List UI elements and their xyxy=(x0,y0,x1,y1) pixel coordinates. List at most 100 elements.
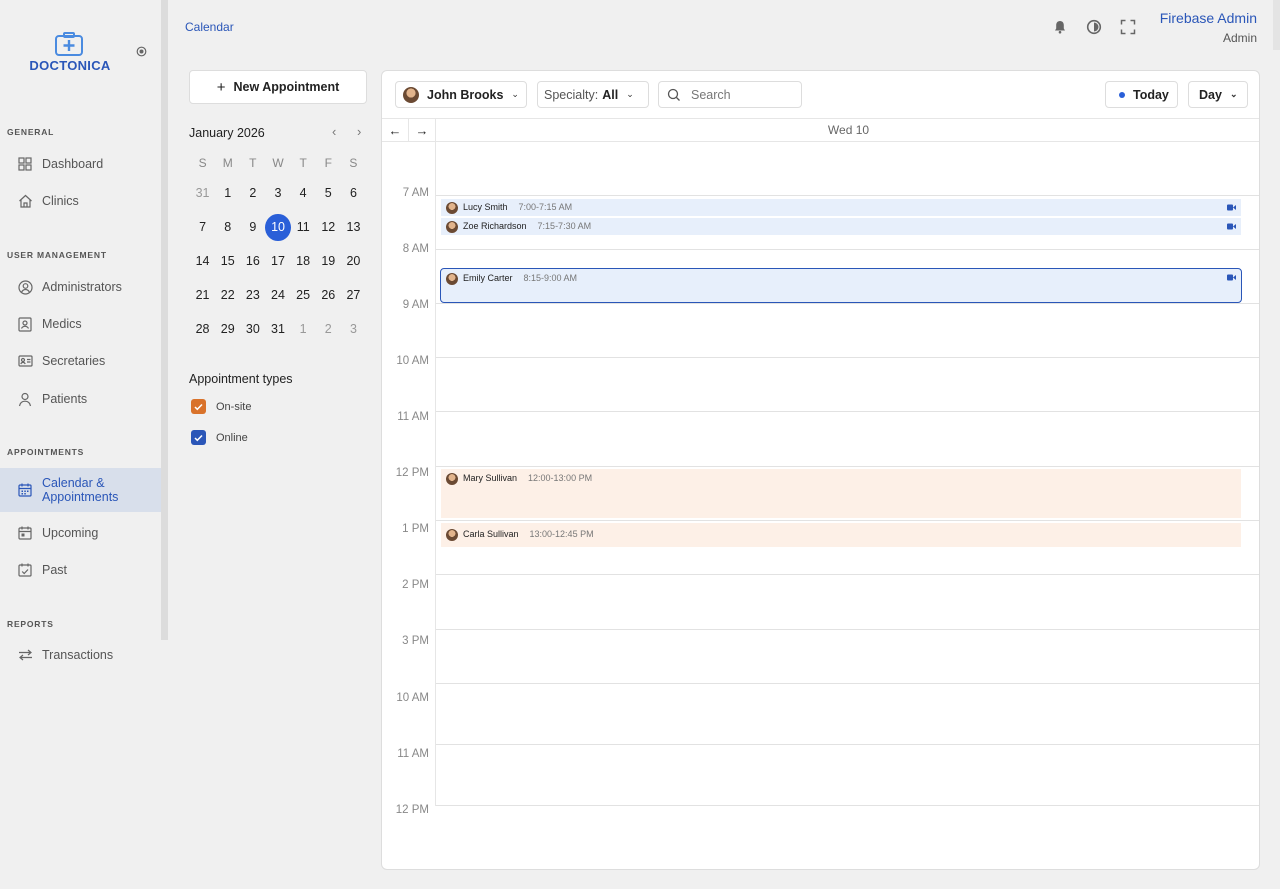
search-input[interactable]: Search xyxy=(658,81,802,108)
breadcrumb[interactable]: Calendar xyxy=(185,20,234,34)
calendar-day[interactable]: 21 xyxy=(190,278,215,312)
calendar-day[interactable]: 27 xyxy=(341,278,366,312)
calendar-check-icon xyxy=(17,562,33,578)
calendar-day[interactable]: 15 xyxy=(215,244,240,278)
calendar-day[interactable]: 1 xyxy=(291,312,316,346)
appointment-event[interactable]: Carla Sullivan 13:00-12:45 PM xyxy=(441,523,1241,547)
calendar-day[interactable]: 31 xyxy=(190,176,215,210)
sidebar-item-administrators[interactable]: Administrators xyxy=(0,268,161,306)
sidebar-item-secretaries[interactable]: Secretaries xyxy=(0,342,161,380)
calendar-day[interactable]: 2 xyxy=(316,312,341,346)
appointment-event[interactable]: Lucy Smith 7:00-7:15 AM xyxy=(441,199,1241,216)
sidebar-item-label: Administrators xyxy=(42,280,122,294)
type-label: Online xyxy=(216,431,248,444)
calendar-day[interactable]: 14 xyxy=(190,244,215,278)
week-row: 21 22 23 24 25 26 27 xyxy=(190,278,366,312)
calendar-day[interactable]: 29 xyxy=(215,312,240,346)
weekday-label: M xyxy=(222,156,233,170)
calendar-day[interactable]: 3 xyxy=(265,176,290,210)
calendar-day[interactable]: 9 xyxy=(240,210,265,244)
user-role: Admin xyxy=(1222,31,1257,45)
patient-avatar xyxy=(446,202,458,214)
calendar-day[interactable]: 8 xyxy=(215,210,240,244)
sidebar-item-label: Secretaries xyxy=(42,354,106,368)
page-scrollbar[interactable] xyxy=(1273,0,1280,50)
calendar-day[interactable]: 4 xyxy=(291,176,316,210)
chevron-right-icon[interactable]: › xyxy=(357,124,361,139)
calendar-day[interactable]: 6 xyxy=(341,176,366,210)
calendar-day[interactable]: 16 xyxy=(240,244,265,278)
arrow-left-icon[interactable]: ← xyxy=(382,119,409,142)
arrow-right-icon[interactable]: → xyxy=(409,119,436,142)
medic-select[interactable]: John Brooks ⌄ xyxy=(395,81,527,108)
calendar-day[interactable]: 22 xyxy=(215,278,240,312)
sidebar-item-clinics[interactable]: Clinics xyxy=(0,182,161,220)
user-name[interactable]: Firebase Admin xyxy=(1160,10,1257,26)
appointment-event[interactable]: Zoe Richardson 7:15-7:30 AM xyxy=(441,218,1241,235)
sidebar-item-transactions[interactable]: Transactions xyxy=(0,636,161,674)
weekday-label: S xyxy=(198,156,207,170)
video-camera-icon xyxy=(1227,223,1236,230)
calendar-day-selected[interactable]: 10 xyxy=(265,210,291,244)
checkbox-checked-icon[interactable] xyxy=(191,430,206,445)
view-select[interactable]: Day ⌄ xyxy=(1188,81,1248,108)
calendar-day[interactable]: 25 xyxy=(291,278,316,312)
sidebar-item-label: Patients xyxy=(42,392,88,406)
theme-toggle-icon[interactable] xyxy=(1086,19,1102,35)
weekday-row: S M T W T F S xyxy=(190,150,366,176)
sidebar-item-past[interactable]: Past xyxy=(0,551,161,589)
hour-line xyxy=(436,249,1259,250)
sidebar-item-upcoming[interactable]: Upcoming xyxy=(0,514,161,552)
calendar-day[interactable]: 17 xyxy=(265,244,290,278)
calendar-day[interactable]: 13 xyxy=(341,210,366,244)
calendar-day[interactable]: 2 xyxy=(240,176,265,210)
calendar-day[interactable]: 1 xyxy=(215,176,240,210)
sidebar-item-label: Upcoming xyxy=(42,526,99,540)
sidebar-scrollbar[interactable] xyxy=(161,0,168,640)
brand-logo[interactable]: DOCTONICA xyxy=(22,32,118,76)
sidebar-item-medics[interactable]: Medics xyxy=(0,305,161,343)
calendar-day[interactable]: 19 xyxy=(316,244,341,278)
bell-icon[interactable] xyxy=(1052,19,1068,35)
section-title-user-management: USER MANAGEMENT xyxy=(7,250,107,260)
hour-label: 9 AM xyxy=(402,299,429,311)
calendar-day[interactable]: 30 xyxy=(240,312,265,346)
specialty-select[interactable]: Specialty: All ⌄ xyxy=(537,81,649,108)
calendar-day[interactable]: 18 xyxy=(291,244,316,278)
hour-line xyxy=(436,357,1259,358)
calendar-day[interactable]: 24 xyxy=(265,278,290,312)
type-filter-online[interactable]: Online xyxy=(191,430,248,445)
calendar-day[interactable]: 3 xyxy=(341,312,366,346)
chevron-down-icon: ⌄ xyxy=(1229,89,1238,99)
calendar-day[interactable]: 28 xyxy=(190,312,215,346)
sidebar-item-label: Calendar & Appointments xyxy=(42,476,119,504)
calendar-day[interactable]: 11 xyxy=(291,210,316,244)
calendar-day[interactable]: 26 xyxy=(316,278,341,312)
calendar-day[interactable]: 23 xyxy=(240,278,265,312)
calendar-day[interactable]: 7 xyxy=(190,210,215,244)
sidebar-item-patients[interactable]: Patients xyxy=(0,380,161,418)
calendar-day[interactable]: 20 xyxy=(341,244,366,278)
patient-avatar xyxy=(446,473,458,485)
appointment-event-selected[interactable]: Emily Carter 8:15-9:00 AM xyxy=(440,268,1242,303)
chevron-left-icon[interactable]: ‹ xyxy=(332,124,336,139)
calendar-day[interactable]: 12 xyxy=(316,210,341,244)
event-time: 13:00-12:45 PM xyxy=(529,529,594,539)
calendar-day[interactable]: 5 xyxy=(316,176,341,210)
today-button[interactable]: Today xyxy=(1105,81,1178,108)
sidebar-item-label: Medics xyxy=(42,317,82,331)
sidebar-item-calendar[interactable]: Calendar & Appointments xyxy=(0,468,161,512)
hour-label: 8 AM xyxy=(402,243,429,255)
pin-sidebar-icon[interactable] xyxy=(136,46,147,57)
new-appointment-button[interactable]: + New Appointment xyxy=(189,70,367,104)
checkbox-checked-icon[interactable] xyxy=(191,399,206,414)
fullscreen-icon[interactable] xyxy=(1120,19,1136,35)
calendar-day[interactable]: 31 xyxy=(265,312,290,346)
day-navigation-row: ← → Wed 10 xyxy=(382,118,1259,142)
type-filter-onsite[interactable]: On-site xyxy=(191,399,251,414)
hour-label: 10 AM xyxy=(396,692,429,704)
hour-label: 12 PM xyxy=(395,467,429,479)
user-circle-icon xyxy=(17,279,33,295)
sidebar-item-dashboard[interactable]: Dashboard xyxy=(0,145,161,183)
appointment-event[interactable]: Mary Sullivan 12:00-13:00 PM xyxy=(441,469,1241,518)
